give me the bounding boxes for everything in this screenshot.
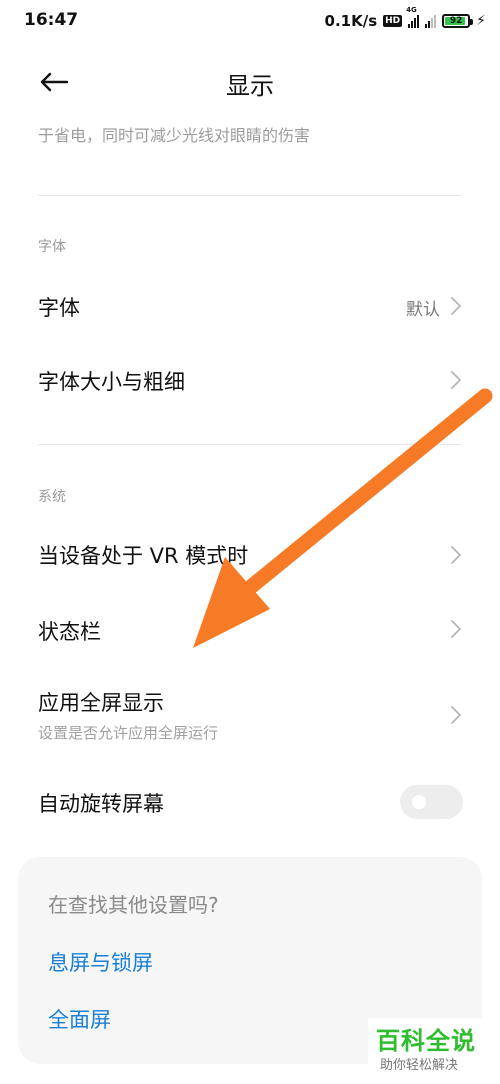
row-title: 当设备处于 VR 模式时 [38,544,249,568]
signal-icon: 4G [406,6,420,28]
divider [38,444,462,445]
page-title: 显示 [226,72,274,100]
watermark-title: 百科全说 [376,1027,476,1055]
watermark-logo: 百科全说 助你轻松解决 [368,1018,490,1078]
status-indicators: 0.1K/s HD 4G 92 ⚡ [324,6,486,32]
signal-icon-2 [425,14,437,28]
settings-row-status-bar[interactable]: 状态栏 [0,594,500,668]
network-speed: 0.1K/s [324,12,378,30]
row-title: 应用全屏显示 [38,691,164,715]
chevron-right-icon [451,706,461,724]
battery-level: 92 [449,16,463,26]
chevron-right-icon [451,297,461,315]
watermark-subtitle: 助你轻松解决 [380,1058,459,1073]
settings-row-font[interactable]: 字体 默认 [0,270,500,342]
charging-icon: ⚡ [476,13,486,29]
battery-icon: 92 [442,14,474,28]
link-full-screen[interactable]: 全面屏 [48,1004,111,1034]
status-bar: 16:47 0.1K/s HD 4G 92 ⚡ [0,0,500,44]
settings-row-fullscreen-apps[interactable]: 应用全屏显示 设置是否允许应用全屏运行 [0,672,500,756]
chevron-right-icon [451,371,461,389]
settings-row-font-size[interactable]: 字体大小与粗细 [0,344,500,416]
row-title: 状态栏 [38,620,101,644]
row-title: 自动旋转屏幕 [38,792,164,816]
link-screen-off-lock[interactable]: 息屏与锁屏 [48,947,153,977]
toggle-knob [412,795,426,809]
section-label-system: 系统 [38,489,66,505]
auto-rotate-toggle[interactable] [400,785,463,819]
header: 显示 [0,54,500,110]
description-text: 于省电，同时可减少光线对眼睛的伤害 [38,126,311,145]
row-title: 字体 [38,296,80,320]
row-title: 字体大小与粗细 [38,370,185,394]
divider [38,195,462,196]
card-title: 在查找其他设置吗? [48,893,219,917]
row-value: 默认 [406,300,440,320]
chevron-right-icon [451,620,461,638]
status-time: 16:47 [24,10,79,30]
chevron-right-icon [451,546,461,564]
settings-row-vr-mode[interactable]: 当设备处于 VR 模式时 [0,518,500,592]
section-label-font: 字体 [38,239,66,255]
network-type: 4G [406,6,417,14]
row-subtitle: 设置是否允许应用全屏运行 [38,724,219,742]
hd-badge: HD [383,15,403,27]
